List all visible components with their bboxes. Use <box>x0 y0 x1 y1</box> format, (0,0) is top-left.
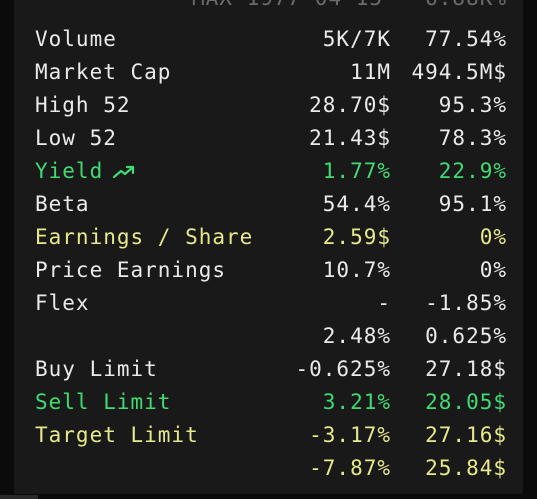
stats-row-label-text: Flex <box>35 291 90 315</box>
stats-row-label-text: High 52 <box>35 93 131 117</box>
stats-row-label: Target Limit <box>35 419 199 452</box>
stats-row-value-primary: 21.43$ <box>309 126 391 150</box>
stats-row: Earnings / Share 2.59$ 0% <box>14 221 523 254</box>
stats-row-label-text: Low 52 <box>35 126 117 150</box>
stats-row-value-primary: 3.21% <box>322 390 391 414</box>
stats-row-label: Price Earnings <box>35 254 226 287</box>
stats-row-value-primary: 1.77% <box>322 159 391 183</box>
stats-row: Target Limit -3.17% 27.16$ <box>14 419 523 452</box>
stats-row-value-secondary: 25.84$ <box>425 456 507 480</box>
stats-row: Low 52 21.43$ 78.3% <box>14 122 523 155</box>
stats-row: Buy Limit -0.625% 27.18$ <box>14 353 523 386</box>
stats-row-value-secondary: 22.9% <box>438 159 507 183</box>
stats-row-value-primary: 54.4% <box>322 192 391 216</box>
stats-row-label: Beta <box>35 188 90 221</box>
stats-row-partial: MAX 1977-04-15 6.88K% <box>14 0 523 15</box>
stats-row-label: Volume <box>35 23 117 56</box>
stats-row-label: Market Cap <box>35 56 171 89</box>
stats-row: 2.48% 0.625% <box>14 320 523 353</box>
stats-row-label: Buy Limit <box>35 353 158 386</box>
stats-row-label: Yield <box>35 155 135 188</box>
stats-row-value-primary: 2.48% <box>322 324 391 348</box>
stats-row-value-secondary: 0% <box>479 258 507 282</box>
stats-row-label-text: Market Cap <box>35 60 172 84</box>
scroll-indicator <box>0 495 38 499</box>
trending-up-icon <box>113 165 135 179</box>
stats-row-label-text: Yield <box>35 159 104 183</box>
stats-row: Flex - -1.85% <box>14 287 523 320</box>
stats-row-label-text: Sell Limit <box>35 390 172 414</box>
stats-row-value-secondary: 27.18$ <box>425 357 507 381</box>
stats-row-value-secondary: 77.54% <box>425 27 507 51</box>
stats-row: Yield 1.77% 22.9% <box>14 155 523 188</box>
stats-row-value-primary: 11M <box>350 60 391 84</box>
stats-row-label: Low 52 <box>35 122 117 155</box>
stats-row-value-primary: - <box>377 291 391 315</box>
stats-row-value-secondary: 95.1% <box>438 192 507 216</box>
stats-row-label: Flex <box>35 287 90 320</box>
stats-row-value-secondary: 95.3% <box>438 93 507 117</box>
row-partial-date: MAX 1977-04-15 <box>192 0 383 15</box>
stats-row-label: Earnings / Share <box>35 221 253 254</box>
stats-row-label: Sell Limit <box>35 386 171 419</box>
row-partial-value: 6.88K% <box>425 0 507 15</box>
stats-row-value-primary: 2.59$ <box>322 225 391 249</box>
stats-row-value-secondary: 28.05$ <box>425 390 507 414</box>
stats-row-label-text: Earnings / Share <box>35 225 254 249</box>
row-partial-date-value: 1977-04-15 <box>247 0 383 10</box>
stats-row-label: High 52 <box>35 89 131 122</box>
stats-row: -7.87% 25.84$ <box>14 452 523 485</box>
stats-row-value-primary: 28.70$ <box>309 93 391 117</box>
stats-row-label-text: Beta <box>35 192 90 216</box>
stats-row-value-primary: -0.625% <box>295 357 391 381</box>
stats-row-value-secondary: -1.85% <box>425 291 507 315</box>
stats-row-value-secondary: 78.3% <box>438 126 507 150</box>
stats-row-value-primary: 5K/7K <box>322 27 391 51</box>
stats-row-value-secondary: 0% <box>479 225 507 249</box>
stats-row-value-primary: -3.17% <box>309 423 391 447</box>
stats-row: Beta 54.4% 95.1% <box>14 188 523 221</box>
stats-row: Sell Limit 3.21% 28.05$ <box>14 386 523 419</box>
stats-row: Market Cap 11M 494.5M$ <box>14 56 523 89</box>
row-partial-label: MAX <box>192 0 233 10</box>
stats-row: High 52 28.70$ 95.3% <box>14 89 523 122</box>
stats-row-label-text: Buy Limit <box>35 357 158 381</box>
stats-row: Price Earnings 10.7% 0% <box>14 254 523 287</box>
stats-row-value-secondary: 0.625% <box>425 324 507 348</box>
stats-row-label-text: Volume <box>35 27 117 51</box>
stats-panel: MAX 1977-04-15 6.88K% Volume 5K/7K 77.54% M… <box>14 0 523 494</box>
stats-row-value-primary: -7.87% <box>309 456 391 480</box>
stats-row-value-secondary: 27.16$ <box>425 423 507 447</box>
stats-row-label-text: Target Limit <box>35 423 199 447</box>
stats-row: Volume 5K/7K 77.54% <box>14 23 523 56</box>
stats-row-value-secondary: 494.5M$ <box>411 60 507 84</box>
stats-row-label-text: Price Earnings <box>35 258 227 282</box>
stats-row-value-primary: 10.7% <box>322 258 391 282</box>
